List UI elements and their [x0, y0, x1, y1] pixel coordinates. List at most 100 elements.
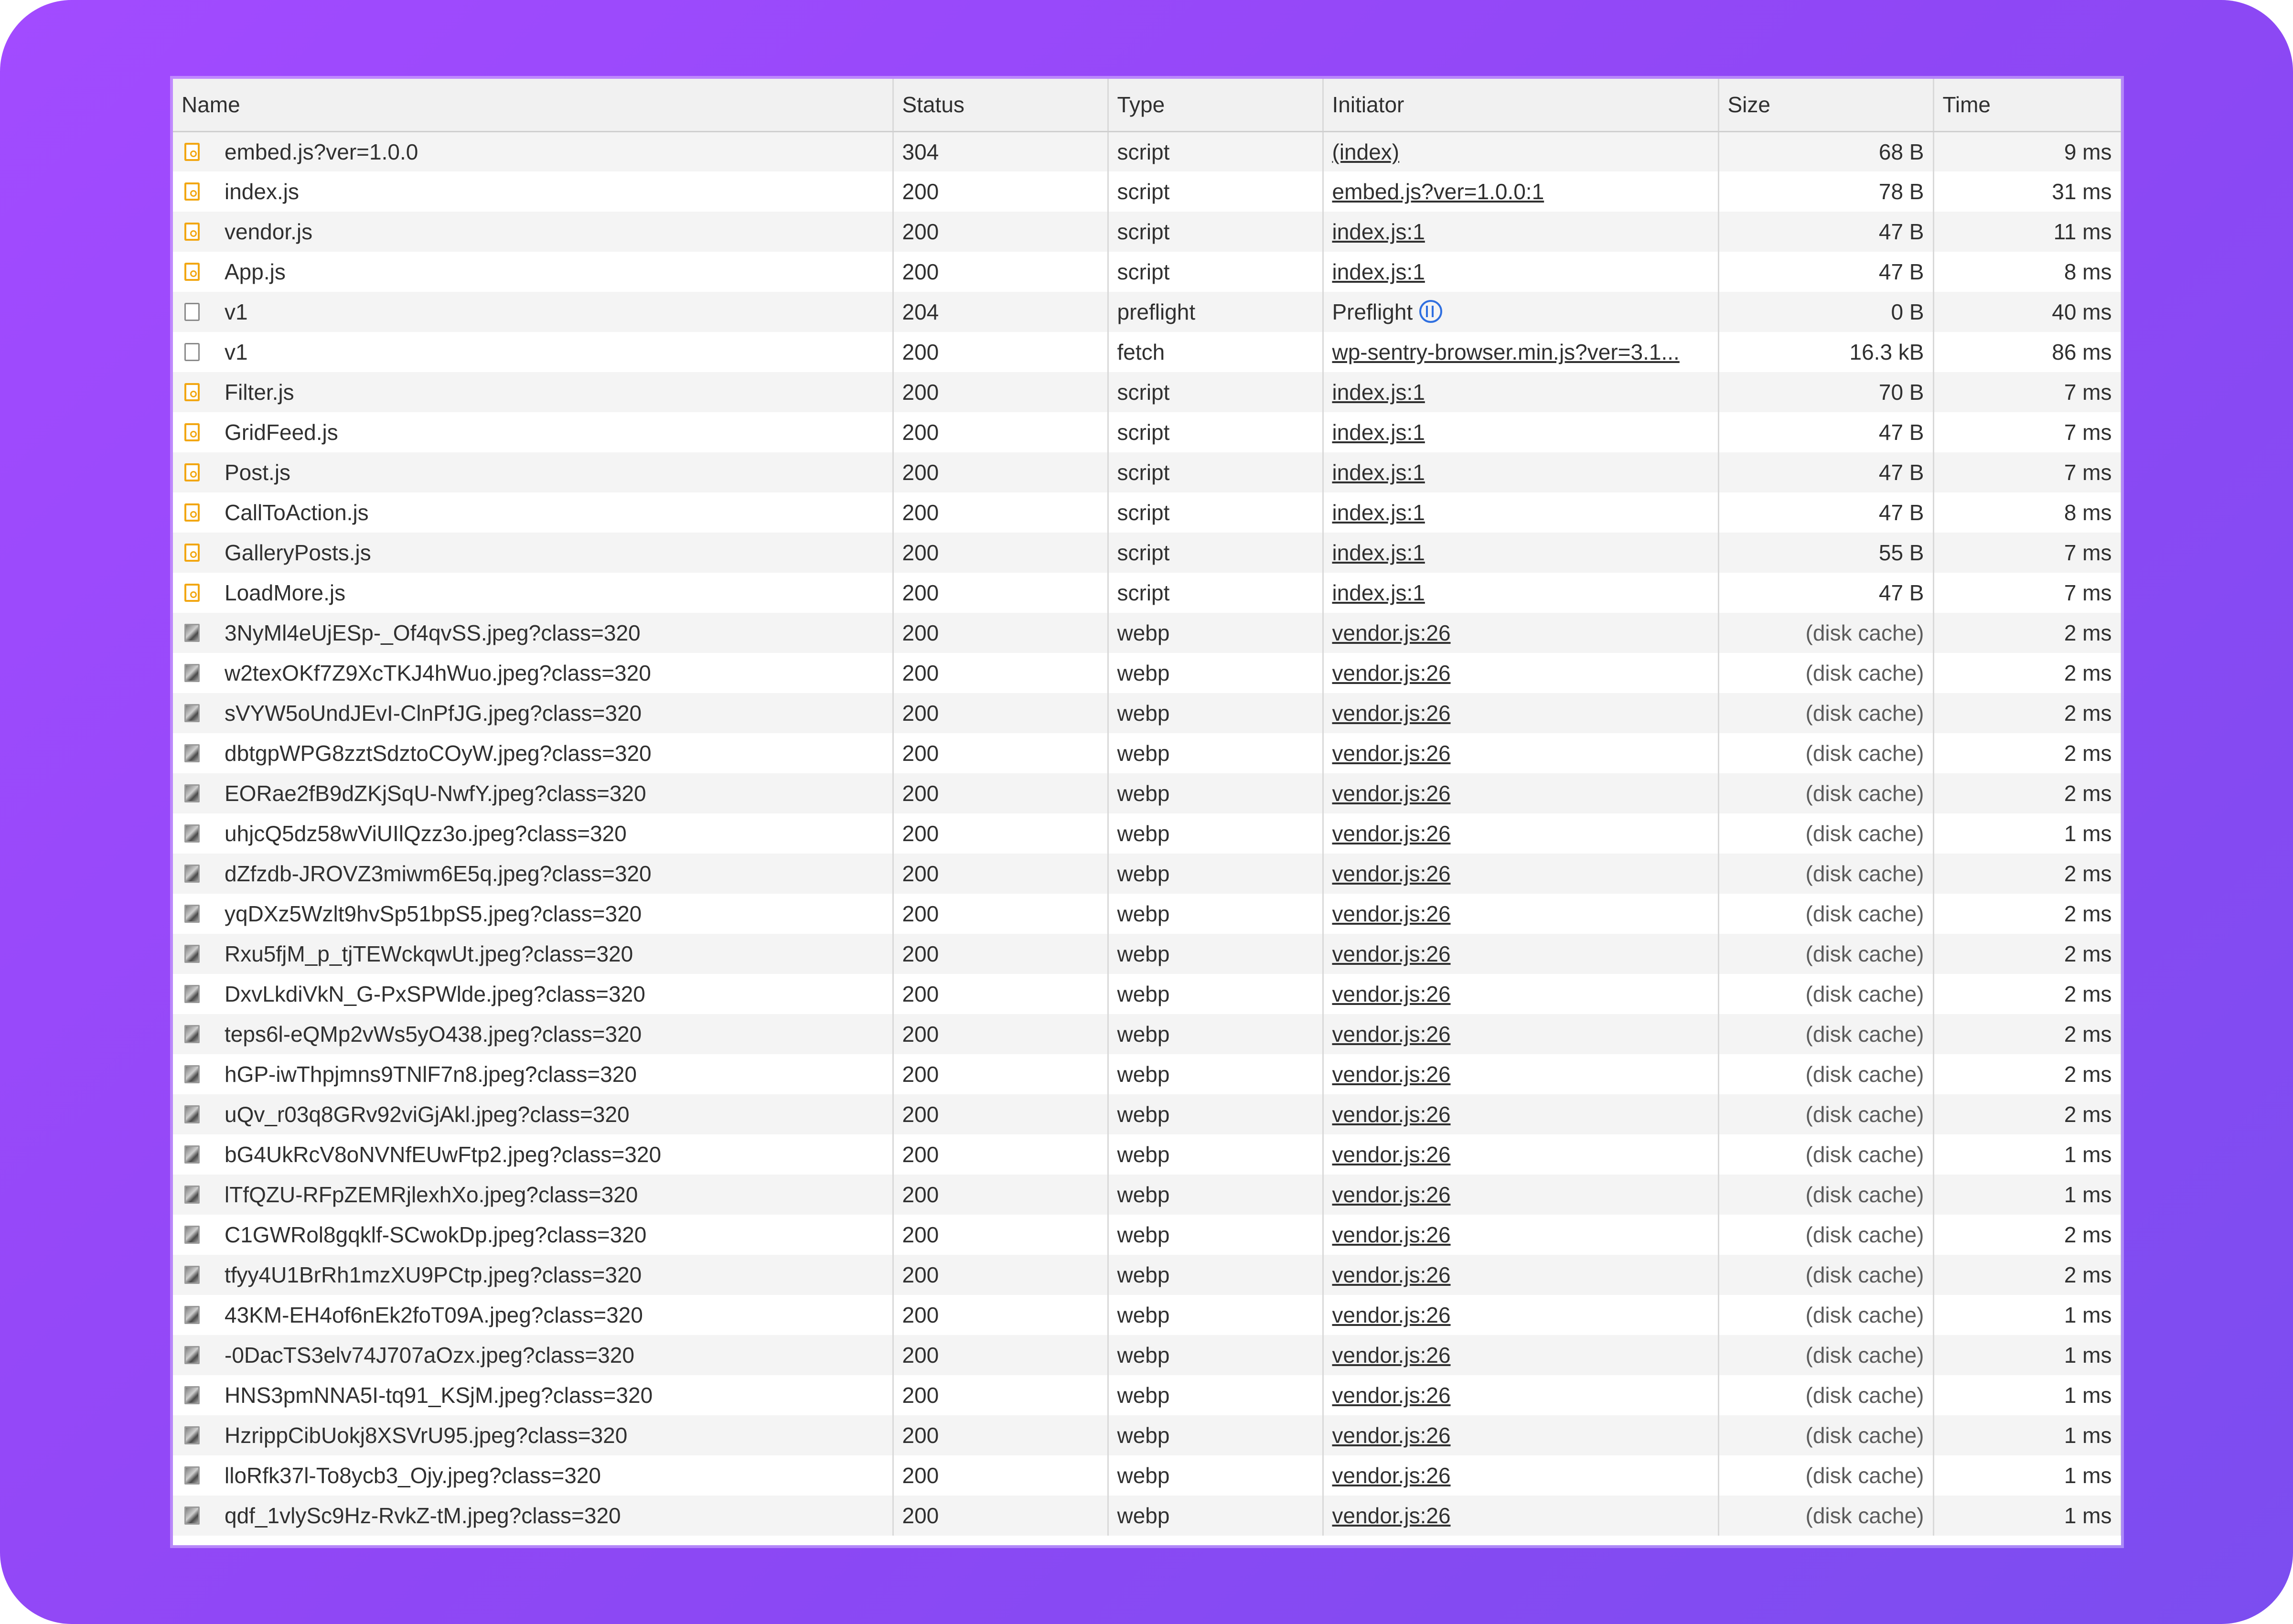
- name-cell[interactable]: HNS3pmNNA5I-tq91_KSjM.jpeg?class=320: [173, 1375, 894, 1415]
- initiator-cell[interactable]: index.js:1: [1323, 533, 1719, 573]
- initiator-link[interactable]: vendor.js:26: [1332, 1142, 1451, 1167]
- name-cell[interactable]: HzrippCibUokj8XSVrU95.jpeg?class=320: [173, 1415, 894, 1455]
- column-header-type[interactable]: Type: [1108, 79, 1324, 132]
- table-row[interactable]: yqDXz5Wzlt9hvSp51bpS5.jpeg?class=320 200 w…: [173, 894, 2121, 934]
- name-cell[interactable]: tfyy4U1BrRh1mzXU9PCtp.jpeg?class=320: [173, 1255, 894, 1295]
- initiator-cell[interactable]: wp-sentry-browser.min.js?ver=3.1...: [1323, 332, 1719, 372]
- initiator-cell[interactable]: vendor.js:26: [1323, 733, 1719, 773]
- name-cell[interactable]: qdf_1vlySc9Hz-RvkZ-tM.jpeg?class=320: [173, 1496, 894, 1536]
- initiator-link[interactable]: vendor.js:26: [1332, 1303, 1451, 1327]
- initiator-link[interactable]: vendor.js:26: [1332, 1423, 1451, 1448]
- initiator-cell[interactable]: index.js:1: [1323, 372, 1719, 412]
- name-cell[interactable]: v1: [173, 292, 894, 332]
- table-row[interactable]: qdf_1vlySc9Hz-RvkZ-tM.jpeg?class=320 200 w…: [173, 1496, 2121, 1536]
- name-cell[interactable]: lloRfk37l-To8ycb3_Ojy.jpeg?class=320: [173, 1455, 894, 1496]
- table-row[interactable]: hGP-iwThpjmns9TNlF7n8.jpeg?class=320 200 w…: [173, 1054, 2121, 1094]
- initiator-link[interactable]: index.js:1: [1332, 580, 1425, 605]
- name-cell[interactable]: C1GWRol8gqklf-SCwokDp.jpeg?class=320: [173, 1215, 894, 1255]
- table-row[interactable]: EORae2fB9dZKjSqU-NwfY.jpeg?class=320 200 w…: [173, 773, 2121, 813]
- initiator-link[interactable]: vendor.js:26: [1332, 1383, 1451, 1408]
- initiator-cell[interactable]: vendor.js:26: [1323, 1455, 1719, 1496]
- name-cell[interactable]: bG4UkRcV8oNVNfEUwFtp2.jpeg?class=320: [173, 1134, 894, 1175]
- table-row[interactable]: v1 204 preflight Preflight 0 B 40 ms: [173, 292, 2121, 332]
- initiator-cell[interactable]: vendor.js:26: [1323, 1496, 1719, 1536]
- table-row[interactable]: App.js 200 script index.js:1 47 B8 ms: [173, 252, 2121, 292]
- initiator-cell[interactable]: (index): [1323, 131, 1719, 171]
- initiator-cell[interactable]: vendor.js:26: [1323, 653, 1719, 693]
- initiator-cell[interactable]: index.js:1: [1323, 452, 1719, 492]
- initiator-cell[interactable]: vendor.js:26: [1323, 1215, 1719, 1255]
- table-row[interactable]: 3NyMl4eUjESp-_Of4qvSS.jpeg?class=320 200 w…: [173, 613, 2121, 653]
- initiator-link[interactable]: (index): [1332, 139, 1400, 164]
- initiator-cell[interactable]: index.js:1: [1323, 252, 1719, 292]
- table-row[interactable]: teps6l-eQMp2vWs5yO438.jpeg?class=320 200 w…: [173, 1014, 2121, 1054]
- column-header-status[interactable]: Status: [893, 79, 1109, 132]
- name-cell[interactable]: -0DacTS3elv74J707aOzx.jpeg?class=320: [173, 1335, 894, 1375]
- table-row[interactable]: HNS3pmNNA5I-tq91_KSjM.jpeg?class=320 200 w…: [173, 1375, 2121, 1415]
- initiator-link[interactable]: vendor.js:26: [1332, 1262, 1451, 1287]
- name-cell[interactable]: GridFeed.js: [173, 412, 894, 452]
- column-header-size[interactable]: Size: [1718, 79, 1934, 132]
- initiator-cell[interactable]: vendor.js:26: [1323, 1094, 1719, 1134]
- initiator-link[interactable]: vendor.js:26: [1332, 1182, 1451, 1207]
- initiator-cell[interactable]: vendor.js:26: [1323, 1134, 1719, 1175]
- preflight-icon[interactable]: [1419, 300, 1443, 323]
- table-row[interactable]: uhjcQ5dz58wViUIlQzz3o.jpeg?class=320 200 w…: [173, 813, 2121, 854]
- initiator-cell[interactable]: vendor.js:26: [1323, 813, 1719, 854]
- initiator-cell[interactable]: index.js:1: [1323, 573, 1719, 613]
- table-row[interactable]: sVYW5oUndJEvI-ClnPfJG.jpeg?class=320 200 w…: [173, 693, 2121, 733]
- table-row[interactable]: Post.js 200 script index.js:1 47 B7 ms: [173, 452, 2121, 492]
- initiator-link[interactable]: vendor.js:26: [1332, 901, 1451, 926]
- initiator-link[interactable]: vendor.js:26: [1332, 821, 1451, 846]
- initiator-cell[interactable]: index.js:1: [1323, 212, 1719, 252]
- initiator-link[interactable]: vendor.js:26: [1332, 1102, 1451, 1127]
- table-row[interactable]: dbtgpWPG8zztSdztoCOyW.jpeg?class=320 200 w…: [173, 733, 2121, 773]
- name-cell[interactable]: GalleryPosts.js: [173, 533, 894, 573]
- name-cell[interactable]: sVYW5oUndJEvI-ClnPfJG.jpeg?class=320: [173, 693, 894, 733]
- name-cell[interactable]: lTfQZU-RFpZEMRjlexhXo.jpeg?class=320: [173, 1175, 894, 1215]
- name-cell[interactable]: Rxu5fjM_p_tjTEWckqwUt.jpeg?class=320: [173, 934, 894, 974]
- initiator-cell[interactable]: vendor.js:26: [1323, 1014, 1719, 1054]
- name-cell[interactable]: 3NyMl4eUjESp-_Of4qvSS.jpeg?class=320: [173, 613, 894, 653]
- table-row[interactable]: 43KM-EH4of6nEk2foT09A.jpeg?class=320 200 w…: [173, 1295, 2121, 1335]
- initiator-link[interactable]: vendor.js:26: [1332, 701, 1451, 726]
- initiator-link[interactable]: index.js:1: [1332, 460, 1425, 485]
- name-cell[interactable]: uhjcQ5dz58wViUIlQzz3o.jpeg?class=320: [173, 813, 894, 854]
- name-cell[interactable]: v1: [173, 332, 894, 372]
- initiator-link[interactable]: vendor.js:26: [1332, 661, 1451, 685]
- initiator-cell[interactable]: index.js:1: [1323, 412, 1719, 452]
- table-row[interactable]: embed.js?ver=1.0.0 304 script (index) 68 B9 …: [173, 131, 2121, 171]
- initiator-cell[interactable]: vendor.js:26: [1323, 1255, 1719, 1295]
- column-header-name[interactable]: Name: [173, 79, 894, 132]
- initiator-link[interactable]: index.js:1: [1332, 219, 1425, 244]
- initiator-cell[interactable]: index.js:1: [1323, 492, 1719, 533]
- initiator-link[interactable]: vendor.js:26: [1332, 1463, 1451, 1488]
- initiator-link[interactable]: vendor.js:26: [1332, 941, 1451, 966]
- table-row[interactable]: DxvLkdiVkN_G-PxSPWlde.jpeg?class=320 200 w…: [173, 974, 2121, 1014]
- table-row[interactable]: index.js 200 script embed.js?ver=1.0.0:1 78 …: [173, 171, 2121, 212]
- table-row[interactable]: lTfQZU-RFpZEMRjlexhXo.jpeg?class=320 200 w…: [173, 1175, 2121, 1215]
- name-cell[interactable]: 43KM-EH4of6nEk2foT09A.jpeg?class=320: [173, 1295, 894, 1335]
- table-row[interactable]: CallToAction.js 200 script index.js:1 47 B8 …: [173, 492, 2121, 533]
- table-row[interactable]: GridFeed.js 200 script index.js:1 47 B7 ms: [173, 412, 2121, 452]
- initiator-cell[interactable]: vendor.js:26: [1323, 1415, 1719, 1455]
- table-row[interactable]: Rxu5fjM_p_tjTEWckqwUt.jpeg?class=320 200 w…: [173, 934, 2121, 974]
- name-cell[interactable]: App.js: [173, 252, 894, 292]
- table-row[interactable]: dZfzdb-JROVZ3miwm6E5q.jpeg?class=320 200 w…: [173, 854, 2121, 894]
- initiator-link[interactable]: vendor.js:26: [1332, 1503, 1451, 1528]
- initiator-link[interactable]: vendor.js:26: [1332, 1222, 1451, 1247]
- column-header-initiator[interactable]: Initiator: [1323, 79, 1719, 132]
- initiator-cell[interactable]: vendor.js:26: [1323, 934, 1719, 974]
- initiator-link[interactable]: vendor.js:26: [1332, 1062, 1451, 1087]
- table-row[interactable]: bG4UkRcV8oNVNfEUwFtp2.jpeg?class=320 200 w…: [173, 1134, 2121, 1175]
- table-row[interactable]: vendor.js 200 script index.js:1 47 B 11 ms: [173, 212, 2121, 252]
- initiator-cell[interactable]: vendor.js:26: [1323, 773, 1719, 813]
- initiator-cell[interactable]: vendor.js:26: [1323, 693, 1719, 733]
- name-cell[interactable]: LoadMore.js: [173, 573, 894, 613]
- name-cell[interactable]: uQv_r03q8GRv92viGjAkl.jpeg?class=320: [173, 1094, 894, 1134]
- initiator-cell[interactable]: vendor.js:26: [1323, 854, 1719, 894]
- initiator-link[interactable]: vendor.js:26: [1332, 1343, 1451, 1368]
- initiator-cell[interactable]: vendor.js:26: [1323, 1335, 1719, 1375]
- initiator-link[interactable]: index.js:1: [1332, 540, 1425, 565]
- initiator-link[interactable]: index.js:1: [1332, 380, 1425, 405]
